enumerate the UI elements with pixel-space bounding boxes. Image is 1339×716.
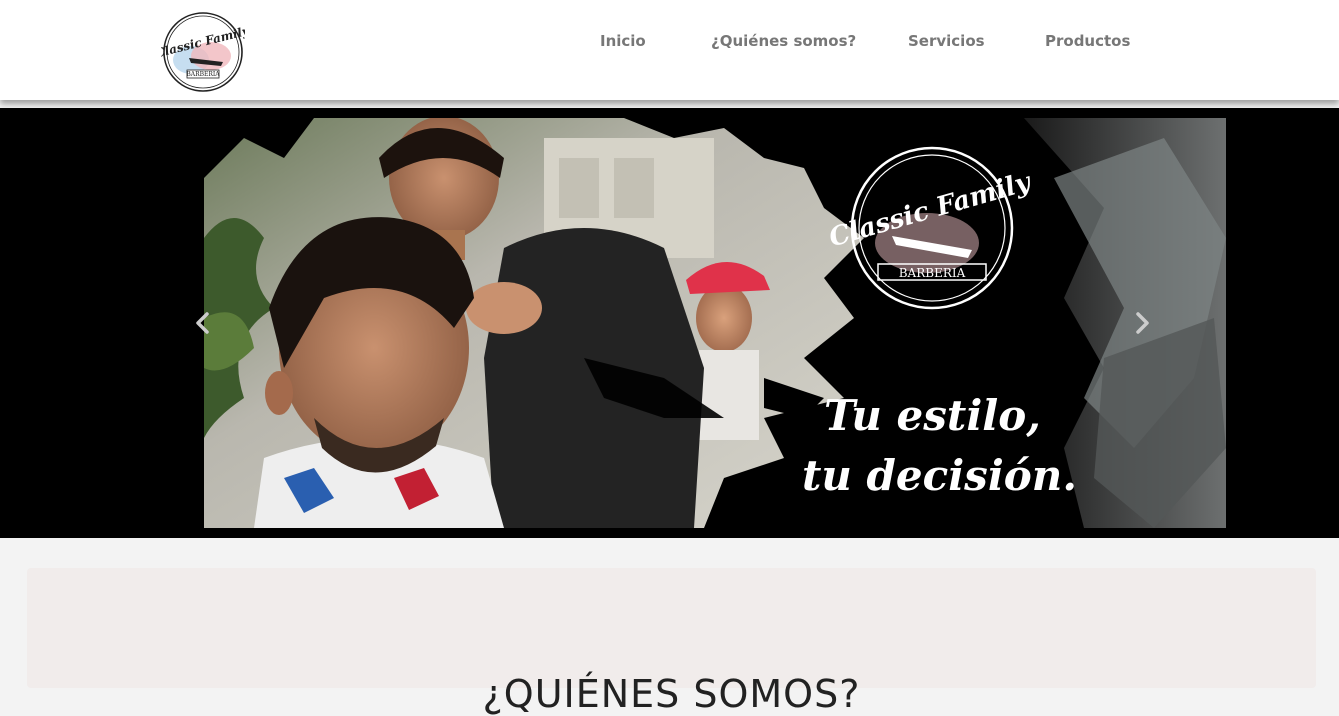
logo-bottom-text: BARBERIA: [186, 71, 220, 78]
site-header: Classic Family BARBERIA Inicio ¿Quiénes …: [0, 0, 1339, 100]
hero-slogan-line1: Tu estilo,: [824, 391, 1041, 440]
carousel-prev-button[interactable]: [188, 308, 218, 338]
main-nav: Inicio ¿Quiénes somos? Servicios Product…: [0, 32, 1339, 54]
nav-link-inicio[interactable]: Inicio: [600, 32, 646, 50]
nav-link-servicios[interactable]: Servicios: [908, 32, 985, 50]
chevron-right-icon: [1136, 312, 1149, 334]
hero-slogan-line2: tu decisión.: [802, 451, 1077, 500]
hero-logo-bottom-text: BARBERIA: [899, 266, 966, 280]
about-title: ¿QUIÉNES SOMOS?: [482, 671, 861, 716]
nav-link-quienes-somos[interactable]: ¿Quiénes somos?: [711, 32, 856, 50]
carousel-next-button[interactable]: [1127, 308, 1157, 338]
about-section: ¿QUIÉNES SOMOS?: [27, 568, 1316, 716]
hero-slide-image: Classic Family BARBERIA Tu estilo, tu de…: [204, 118, 1226, 528]
hero-carousel: Classic Family BARBERIA Tu estilo, tu de…: [0, 108, 1339, 538]
nav-link-productos[interactable]: Productos: [1045, 32, 1130, 50]
carousel-slide: Classic Family BARBERIA Tu estilo, tu de…: [204, 118, 1226, 528]
chevron-left-icon: [196, 312, 209, 334]
